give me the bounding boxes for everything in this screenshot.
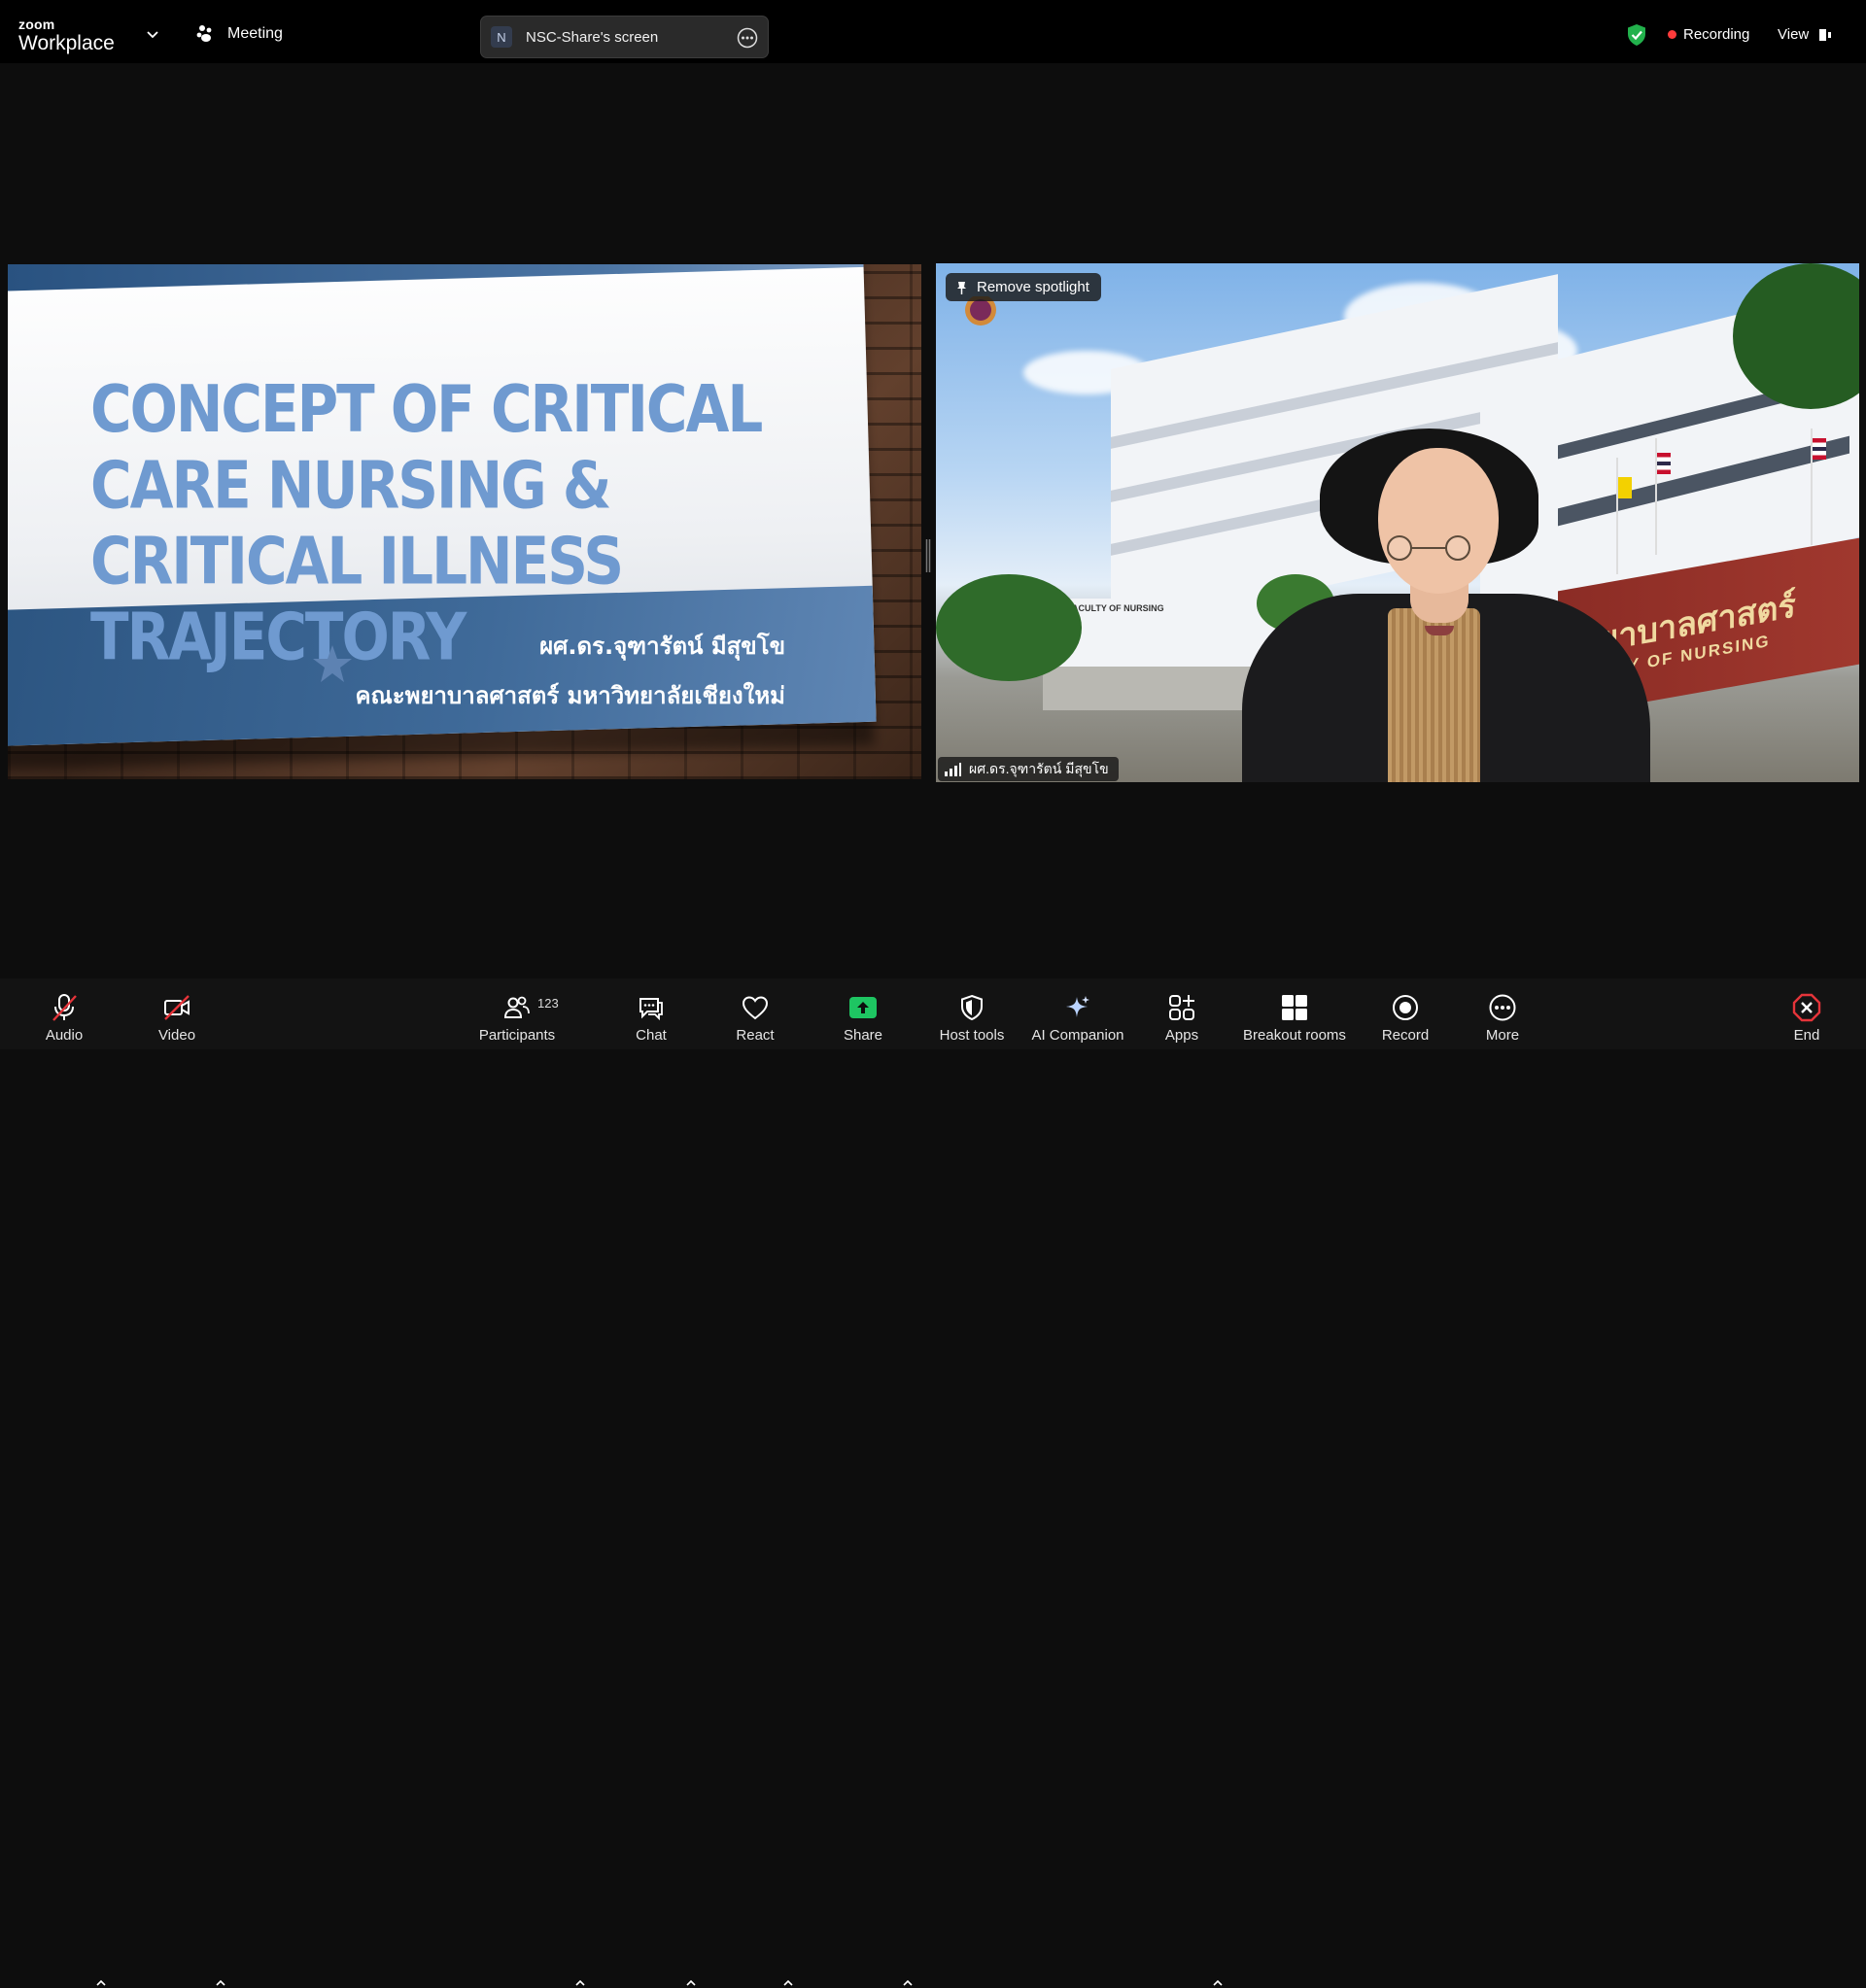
pin-icon (957, 281, 966, 294)
host-tools-label: Host tools (939, 1027, 1005, 1044)
building-sign: FACULTY OF NURSING (1067, 603, 1164, 613)
video-options-chevron-icon[interactable] (215, 1978, 226, 1988)
end-label: End (1793, 1027, 1820, 1044)
slide-organization: คณะพยาบาลศาสตร์ มหาวิทยาลัยเชียงใหม่ (355, 682, 785, 709)
sharer-avatar: N (491, 26, 512, 48)
screen-share-indicator[interactable]: N NSC-Share's screen (480, 16, 769, 58)
recording-status[interactable]: Recording (1668, 26, 1749, 43)
shared-screen[interactable]: CONCEPT OF CRITICAL CARE NURSING & CRITI… (8, 264, 921, 779)
participants-options-chevron-icon[interactable] (574, 1978, 586, 1988)
share-button[interactable]: Share (842, 978, 884, 1049)
breakout-rooms-label: Breakout rooms (1243, 1027, 1346, 1044)
shield-check-icon[interactable] (1626, 23, 1647, 47)
view-button[interactable]: View (1778, 26, 1832, 43)
brand-large: Workplace (18, 32, 115, 54)
view-icon (1819, 28, 1832, 41)
chevron-down-icon[interactable] (146, 27, 159, 41)
chat-label: Chat (636, 1027, 667, 1044)
ai-companion-button[interactable]: AI Companion (1029, 978, 1126, 1049)
meeting-info-button[interactable]: Meeting (194, 23, 283, 45)
panel-resize-handle[interactable] (925, 539, 931, 572)
end-icon (1792, 993, 1821, 1022)
record-label: Record (1381, 1027, 1430, 1044)
breakout-rooms-button[interactable]: Breakout rooms (1240, 978, 1349, 1049)
record-button[interactable]: Record (1380, 978, 1431, 1049)
host-tools-button[interactable]: Host tools (936, 978, 1008, 1049)
grid-icon (1282, 995, 1307, 1020)
react-button[interactable]: React (733, 978, 778, 1049)
signal-icon (945, 762, 961, 776)
meeting-toolbar: Audio Video Participants 123 Chat React … (0, 978, 1866, 1986)
slide-author: ผศ.ดร.จุฑารัตน์ มีสุขโข (539, 633, 785, 660)
remove-spotlight-button[interactable]: Remove spotlight (946, 273, 1101, 301)
meeting-label: Meeting (227, 25, 283, 42)
react-options-chevron-icon[interactable] (782, 1978, 794, 1988)
participant-name: ผศ.ดร.จุฑารัตน์ มีสุขโข (969, 760, 1109, 776)
ai-companion-label: AI Companion (1031, 1027, 1124, 1044)
participants-label: Participants (478, 1027, 556, 1044)
participant-name-tag: ผศ.ดร.จุฑารัตน์ มีสุขโข (938, 757, 1119, 781)
brand-small: zoom (18, 17, 55, 32)
top-bar: zoom Workplace Meeting N NSC-Share's scr… (0, 0, 1866, 63)
apps-icon (1169, 995, 1194, 1020)
participants-icon (503, 996, 530, 1018)
screen-share-label: NSC-Share's screen (526, 28, 659, 46)
apps-options-chevron-icon[interactable] (1212, 1978, 1224, 1988)
audio-button[interactable]: Audio (39, 978, 89, 1049)
participants-count: 123 (537, 996, 559, 1011)
meeting-icon (196, 25, 212, 42)
participants-button[interactable]: Participants (476, 978, 558, 1049)
host-shield-icon (961, 994, 983, 1021)
recording-label: Recording (1683, 26, 1750, 43)
share-options-chevron-icon[interactable] (902, 1978, 914, 1988)
share-label: Share (843, 1027, 883, 1044)
record-icon (1393, 995, 1418, 1020)
camera-off-icon (164, 995, 190, 1020)
react-label: React (736, 1027, 775, 1044)
share-arrow-icon (849, 997, 877, 1018)
zoom-workplace-logo: zoom Workplace (18, 17, 115, 53)
audio-label: Audio (45, 1027, 84, 1044)
video-button[interactable]: Video (154, 978, 200, 1049)
chat-icon (639, 998, 663, 1021)
mic-muted-icon (52, 994, 77, 1021)
speaker-face (1378, 448, 1499, 594)
speaker-video-tile[interactable]: FACULTY OF NURSING พยาบาลศาสตร์ CULTY OF… (936, 263, 1859, 782)
flag-icon (1657, 453, 1671, 474)
heart-icon (742, 996, 769, 1020)
audio-options-chevron-icon[interactable] (95, 1978, 107, 1988)
glasses-icon (1387, 535, 1470, 561)
more-button[interactable]: More (1482, 978, 1523, 1049)
more-icon (1489, 994, 1516, 1021)
flag-icon (1618, 477, 1632, 498)
chat-button[interactable]: Chat (632, 978, 671, 1049)
apps-button[interactable]: Apps (1162, 978, 1201, 1049)
chat-options-chevron-icon[interactable] (685, 1978, 697, 1988)
recording-dot-icon (1668, 30, 1676, 39)
more-options-icon[interactable] (737, 27, 758, 49)
view-label: View (1778, 26, 1810, 43)
flag-icon (1813, 438, 1826, 460)
end-meeting-button[interactable]: End (1788, 978, 1825, 1049)
video-label: Video (157, 1027, 196, 1044)
apps-label: Apps (1164, 1027, 1199, 1044)
remove-spotlight-label: Remove spotlight (977, 279, 1089, 295)
sparkle-icon (1066, 996, 1089, 1017)
more-label: More (1485, 1027, 1520, 1044)
